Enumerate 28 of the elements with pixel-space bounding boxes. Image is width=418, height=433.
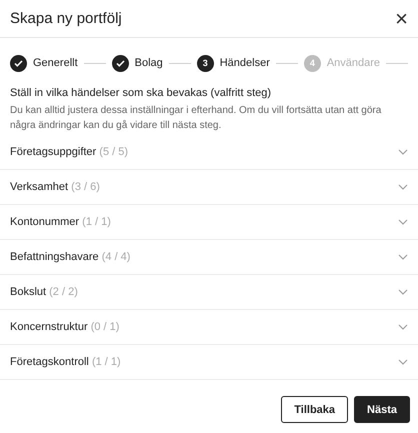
checkmark-icon [116,60,125,66]
step-indicator: 3 [196,54,214,72]
accordion-header[interactable]: Kontonummer (1 / 1) [10,216,111,228]
dialog-title: Skapa ny portfölj [10,10,122,27]
chevron-icon[interactable] [398,289,408,295]
back-button[interactable]: Tillbaka [281,396,348,423]
chevron-icon[interactable] [398,324,408,330]
chevron-icon[interactable] [398,219,408,225]
accordion-header[interactable]: Bokslut (2 / 2) [10,286,78,298]
step-label: Generellt [33,57,78,69]
accordion-header[interactable]: Koncernstruktur (0 / 1) [10,321,120,333]
chevron-icon[interactable] [398,184,408,190]
close-button[interactable]: × [393,8,410,30]
accordion-header[interactable]: Företagsuppgifter (5 / 5) [10,146,128,158]
section-heading: Ställ in vilka händelser som ska bevakas (valfritt steg) [10,87,272,99]
checkmark-icon [14,60,23,66]
step-indicator: 4 [304,54,321,72]
next-button[interactable]: Nästa [354,396,410,423]
accordion-header[interactable]: Verksamhet (3 / 6) [10,181,100,193]
accordion-header[interactable]: Befattningshavare (4 / 4) [10,251,130,263]
accordion-header[interactable]: Företagskontroll (1 / 1) [10,356,121,368]
description-text: Du kan alltid justera dessa inställningar i efterhand. Om du vill fortsätta utan att göra några ändringar kan du gå vidare till nästa steg. [10,104,382,133]
chevron-icon[interactable] [398,359,408,365]
step-label: Händelser [220,57,270,69]
step-label: Användare [326,57,380,69]
chevron-icon[interactable] [398,149,408,155]
chevron-icon[interactable] [398,254,408,260]
step-label: Bolag [134,57,163,69]
